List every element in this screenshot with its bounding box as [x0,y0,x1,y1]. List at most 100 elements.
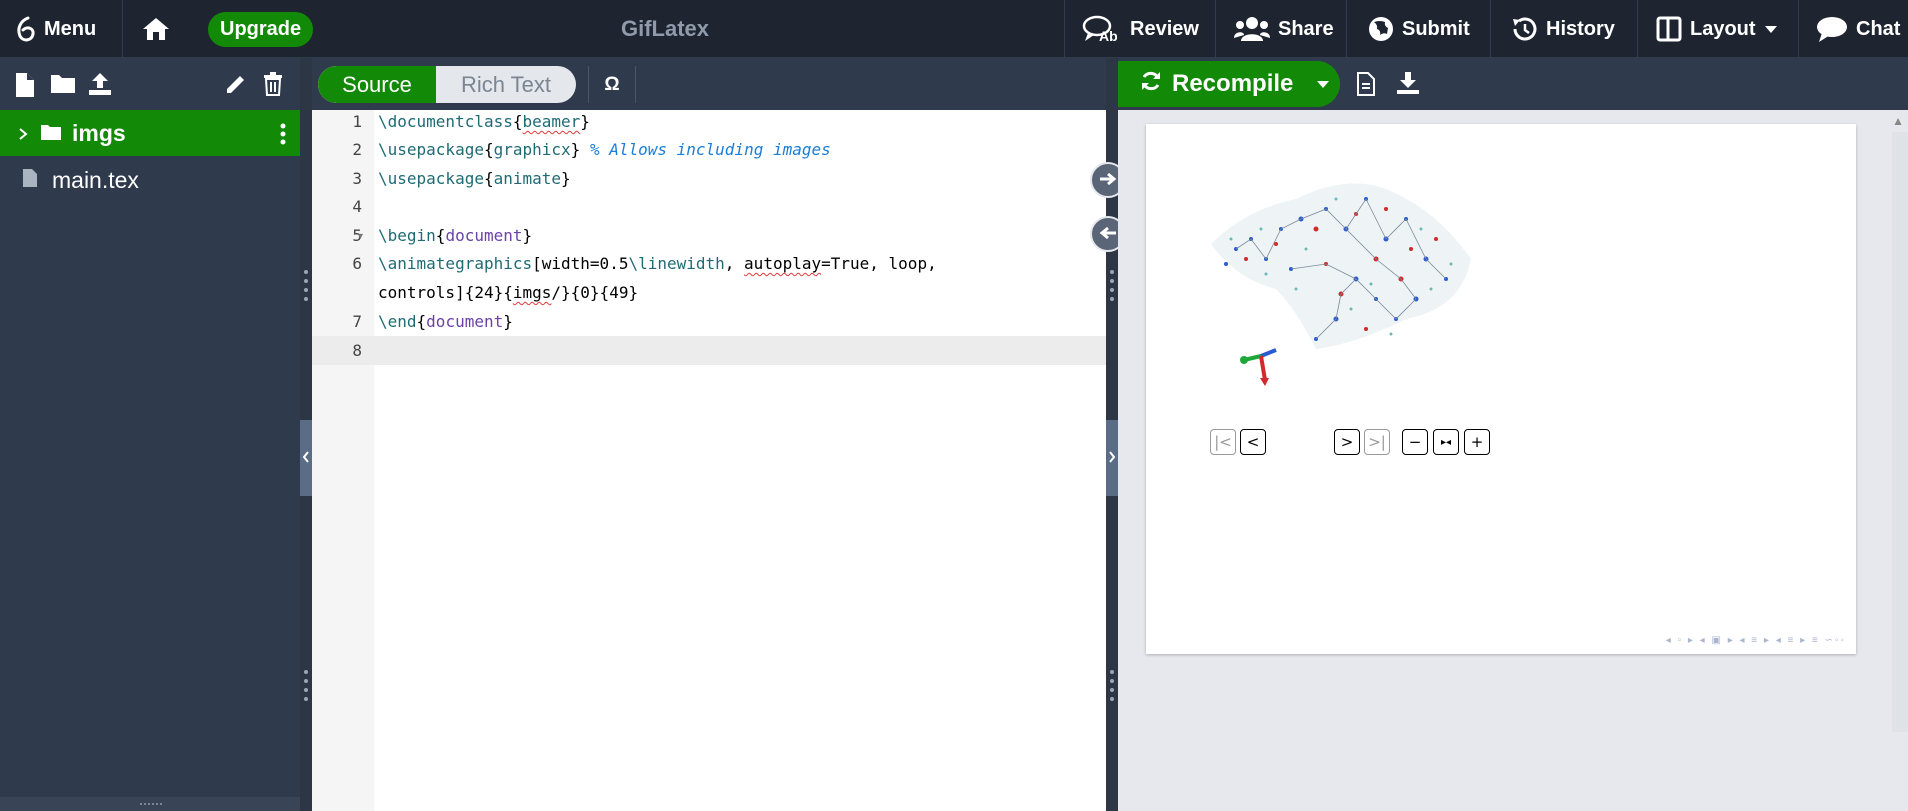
new-file-icon[interactable] [14,72,36,103]
arrow-left-icon [1099,221,1117,247]
tree-resize-handle[interactable] [0,797,300,811]
more-options-icon[interactable] [280,123,286,151]
molecule-animation-frame [1211,183,1471,349]
home-button[interactable] [142,0,170,58]
upgrade-label: Upgrade [208,11,314,47]
folder-icon [40,120,62,147]
new-folder-icon[interactable] [50,72,76,99]
insert-symbol-button[interactable]: Ω [588,66,636,103]
history-label: History [1546,17,1615,40]
resize-grip-icon [1109,668,1115,704]
pdf-viewer[interactable]: ▲ |< < > >| − ▸◂ + ◂ ▫ ▸ ◂ ▣ ▸ ◂ ≡ ▸ ◂ ≡… [1118,110,1908,811]
chevron-right-icon [1108,450,1116,466]
line-number: 6 [352,254,362,273]
resize-grip-icon [1109,268,1115,304]
file-item-main-tex[interactable]: main.tex [0,160,300,200]
source-mode-button[interactable]: Source [318,66,436,103]
menu-label: Menu [44,17,97,40]
overleaf-logo-icon [14,15,36,43]
code-line-5: \begin{document} [378,226,533,245]
chat-icon [1816,15,1848,43]
recompile-button[interactable]: Recompile [1118,61,1340,107]
review-icon: Ab [1082,14,1122,44]
chat-label: Chat [1856,17,1901,40]
project-title: GifLatex [620,16,710,41]
refresh-icon [1140,70,1162,99]
share-button[interactable]: Share [1234,0,1334,58]
folder-label: imgs [72,119,126,146]
chat-button[interactable]: Chat [1816,0,1900,58]
share-label: Share [1278,17,1334,40]
line-number: 7 [352,312,362,331]
line-number: 1 [352,112,362,131]
arrow-right-icon [1099,167,1117,193]
code-line-6: \animategraphics[width=0.5\linewidth, au… [378,254,937,273]
layout-icon [1656,16,1682,42]
rich-text-mode-button[interactable]: Rich Text [436,66,576,103]
svg-text:Ab: Ab [1099,28,1118,44]
step-forward-button[interactable]: > [1334,429,1360,455]
line-number: 5 [352,226,362,245]
review-button[interactable]: Ab Review [1082,0,1199,58]
layout-label: Layout [1690,17,1756,40]
code-line-7: \end{document} [378,312,513,331]
pdf-toolbar: Recompile [1118,58,1908,110]
submit-button[interactable]: Submit [1368,0,1470,58]
file-tree-panel: imgs main.tex [0,58,300,811]
pdf-scrollbar[interactable] [1892,132,1908,732]
line-number: 4 [352,197,362,216]
upgrade-button[interactable]: Upgrade [208,0,314,58]
users-icon [1234,16,1270,42]
beamer-navigation-icons[interactable]: ◂ ▫ ▸ ◂ ▣ ▸ ◂ ≡ ▸ ◂ ≡ ▸ ≡ ∽◦◦ [1666,635,1846,646]
scroll-up-icon[interactable]: ▲ [1892,114,1904,128]
faster-button[interactable]: + [1464,429,1490,455]
collapse-file-tree-button[interactable] [300,420,312,496]
collapse-pdf-button[interactable] [1106,420,1118,496]
resize-grip-icon [303,268,309,304]
editor-toolbar: Source Rich Text Ω [312,58,1106,110]
line-number: 8 [352,341,362,360]
active-line-highlight [312,336,1106,365]
step-back-button[interactable]: < [1240,429,1266,455]
menu-button[interactable]: Menu [14,0,96,58]
folder-item-imgs[interactable]: imgs [0,110,300,156]
globe-icon [1368,16,1394,42]
history-button[interactable]: History [1510,0,1615,58]
default-speed-button[interactable]: ▸◂ [1433,429,1459,455]
line-number: 3 [352,169,362,188]
submit-label: Submit [1402,17,1470,40]
line-number: 2 [352,140,362,159]
resize-grip-icon [303,668,309,704]
editor-mode-toggle: Source Rich Text [318,66,576,103]
axis-triad-icon [1240,348,1277,386]
code-line-6-wrap: controls]{24}{imgs/}{0}{49} [378,283,639,302]
upload-icon[interactable] [88,72,112,101]
chevron-right-icon [18,120,28,147]
caret-down-icon [1764,24,1778,34]
pdf-page: |< < > >| − ▸◂ + ◂ ▫ ▸ ◂ ▣ ▸ ◂ ≡ ▸ ◂ ≡ ▸… [1146,124,1856,654]
fold-caret-icon[interactable]: ▾ [358,231,363,242]
first-frame-button[interactable]: |< [1210,429,1236,455]
top-toolbar: Menu Upgrade GifLatex Ab Review Share Su… [0,0,1908,58]
layout-button[interactable]: Layout [1656,0,1778,58]
recompile-label: Recompile [1172,70,1294,97]
file-label: main.tex [52,166,139,193]
chevron-left-icon [302,450,310,466]
recompile-options-caret-icon[interactable] [1316,76,1330,92]
code-editor[interactable]: 1 2 3 4 5 ▾ 6 7 8 \documentclass{beamer}… [312,110,1106,811]
delete-trash-icon[interactable] [262,72,284,101]
code-line-3: \usepackage{animate} [378,169,571,188]
code-line-1: \documentclass{beamer} [378,112,590,131]
left-pane-divider[interactable] [300,58,312,811]
home-icon [142,17,170,41]
rename-pencil-icon[interactable] [224,72,248,101]
code-line-2: \usepackage{graphicx} % Allows including… [378,140,831,159]
last-frame-button[interactable]: >| [1364,429,1390,455]
download-icon[interactable] [1396,71,1420,100]
file-tree-toolbar [0,58,300,110]
logs-document-icon[interactable] [1356,72,1376,101]
file-icon [22,167,38,194]
history-icon [1510,16,1538,42]
review-label: Review [1130,17,1199,40]
slower-button[interactable]: − [1402,429,1428,455]
